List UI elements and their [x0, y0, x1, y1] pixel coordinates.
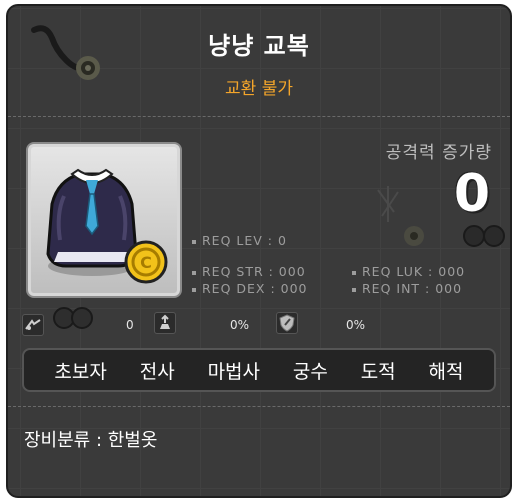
stat-percent-2: 0%	[346, 318, 366, 332]
job-warrior: 전사	[139, 360, 175, 383]
divider	[8, 406, 510, 407]
job-magician: 마법사	[207, 360, 261, 383]
wheel-decoration-icon	[53, 307, 93, 329]
req-str: REQ STR : 000	[192, 264, 306, 279]
item-tooltip: 냥냥 교복 교환 불가 C 공격력 증가량 0 REQ LEV : 0 REQ …	[6, 4, 512, 498]
school-uniform-icon: C	[46, 168, 168, 284]
job-archer: 궁수	[292, 360, 328, 383]
req-level: REQ LEV : 0	[192, 233, 287, 248]
req-dex: REQ DEX : 000	[192, 281, 308, 296]
divider	[8, 116, 510, 117]
wheel-decoration-icon	[463, 225, 505, 247]
shield-icon	[276, 312, 298, 334]
equipment-category: 장비분류 : 한벌옷	[24, 430, 158, 451]
attack-increase-label: 공격력 증가량	[385, 143, 492, 163]
wheel-decoration-icon	[377, 186, 424, 246]
job-requirement-bar: 초보자 전사 마법사 궁수 도적 해적	[22, 348, 496, 392]
anvil-icon	[154, 312, 176, 334]
job-beginner: 초보자	[54, 360, 107, 383]
upgrade-count: 0	[126, 318, 134, 332]
req-luk: REQ LUK : 000	[352, 264, 465, 279]
upgrade-slot-icon	[22, 314, 44, 336]
stat-percent-1: 0%	[230, 318, 250, 332]
item-icon-frame: C	[26, 142, 182, 298]
trade-status: 교환 불가	[225, 79, 293, 99]
item-name: 냥냥 교복	[208, 32, 310, 60]
req-int: REQ INT : 000	[352, 281, 462, 296]
job-thief: 도적	[360, 360, 396, 383]
job-pirate: 해적	[428, 360, 464, 383]
svg-text:C: C	[140, 253, 152, 272]
